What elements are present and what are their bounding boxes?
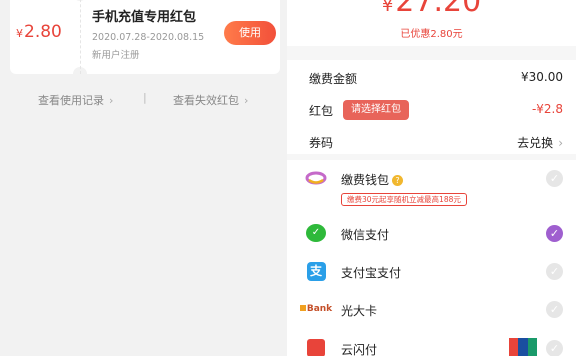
wallet-icon xyxy=(305,168,327,188)
select-hongbao-button[interactable]: 请选择红包 xyxy=(343,100,409,120)
coupon-amount: ¥2.80 xyxy=(16,22,76,42)
wechat-pay-icon: ✓ xyxy=(305,223,327,243)
coupon-currency: ¥ xyxy=(16,27,23,40)
pay-currency: ¥ xyxy=(381,0,394,16)
view-expired-link[interactable]: 查看失效红包 › xyxy=(173,92,248,108)
redeem-label: 去兑换 xyxy=(517,136,554,150)
coupon-divider xyxy=(80,0,81,74)
pay-amount-value: 27.20 xyxy=(395,0,482,19)
coupon-date-range: 2020.07.28-2020.08.15 xyxy=(92,32,205,43)
wallet-label-text: 缴费钱包 xyxy=(341,173,390,187)
chevron-right-icon: › xyxy=(558,136,563,150)
check-icon[interactable]: ✓ xyxy=(546,170,563,187)
alipay-icon: 支 xyxy=(305,261,327,281)
view-history-link[interactable]: 查看使用记录 › xyxy=(38,92,113,108)
alipay-label: 支付宝支付 xyxy=(341,266,402,280)
coupon-card: ¥2.80 手机充值专用红包 2020.07.28-2020.08.15 新用户… xyxy=(10,0,280,74)
divider-band xyxy=(287,154,576,160)
amount-label: 缴费金额 xyxy=(309,72,358,86)
view-expired-label: 查看失效红包 xyxy=(173,94,239,107)
divider-band xyxy=(287,46,576,60)
pay-option-unionpay[interactable]: 云闪付 ✓ xyxy=(305,336,563,356)
wechat-label: 微信支付 xyxy=(341,228,390,242)
redeem-link[interactable]: 去兑换 › xyxy=(517,134,563,151)
unionpay-label: 云闪付 xyxy=(341,343,378,356)
pay-amount: ¥27.20 xyxy=(287,0,576,19)
pay-option-everbright[interactable]: Bank 光大卡 ✓ xyxy=(299,297,563,323)
hongbao-row: 红包 请选择红包 -¥2.8 xyxy=(309,100,563,120)
saved-text: 已优惠2.80元 xyxy=(400,29,463,40)
hongbao-label: 红包 xyxy=(309,104,334,118)
amount-value: ¥30.00 xyxy=(521,70,563,84)
coupon-condition: 新用户注册 xyxy=(92,50,140,61)
coupon-links: 查看使用记录 › | 查看失效红包 › xyxy=(0,91,287,108)
hongbao-value: -¥2.8 xyxy=(531,102,563,116)
link-separator: | xyxy=(143,91,147,104)
pay-option-wallet[interactable]: 缴费钱包? ✓ xyxy=(305,166,563,192)
unionpay-quickpass-icon xyxy=(305,338,327,356)
pay-option-wechat[interactable]: ✓ 微信支付 ✓ xyxy=(305,221,563,247)
check-icon[interactable]: ✓ xyxy=(546,225,563,242)
coupon-panel: ¥2.80 手机充值专用红包 2020.07.28-2020.08.15 新用户… xyxy=(0,0,287,356)
coupon-title: 手机充值专用红包 xyxy=(92,10,197,25)
question-icon[interactable]: ? xyxy=(392,175,404,186)
check-icon[interactable]: ✓ xyxy=(546,263,563,280)
wallet-label: 缴费钱包? xyxy=(341,171,404,188)
everbright-label: 光大卡 xyxy=(341,304,378,318)
everbright-bank-icon: Bank xyxy=(299,299,332,319)
view-history-label: 查看使用记录 xyxy=(38,94,104,107)
unionpay-logo xyxy=(509,338,537,356)
coupon-amount-value: 2.80 xyxy=(24,22,62,42)
wallet-promo-badge: 缴费30元起享随机立减最高188元 xyxy=(341,193,467,206)
chevron-right-icon: › xyxy=(109,94,114,107)
check-icon[interactable]: ✓ xyxy=(546,340,563,356)
everbright-logo-text: Bank xyxy=(306,304,333,314)
check-icon[interactable]: ✓ xyxy=(546,301,563,318)
amount-row: 缴费金额 ¥30.00 xyxy=(309,68,563,88)
coupon-code-label: 券码 xyxy=(309,136,334,150)
chevron-right-icon: › xyxy=(244,94,249,107)
coupon-code-row[interactable]: 券码 去兑换 › xyxy=(309,132,563,152)
payment-panel: ¥27.20 已优惠2.80元 缴费金额 ¥30.00 红包 请选择红包 -¥2… xyxy=(287,0,576,356)
use-coupon-button[interactable]: 使用 xyxy=(224,21,276,45)
pay-option-alipay[interactable]: 支 支付宝支付 ✓ xyxy=(305,259,563,285)
